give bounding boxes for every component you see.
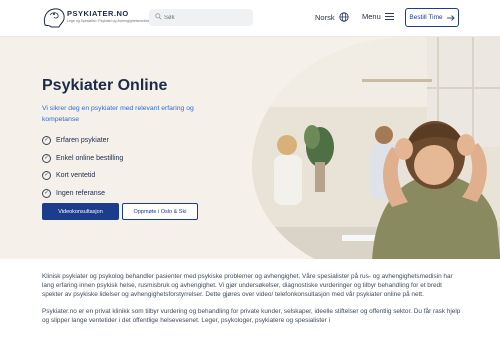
- hero-section: Psykiater Online Vi sikrer deg en psykia…: [0, 37, 500, 259]
- menu-label: Menu: [362, 12, 381, 21]
- book-appointment-label: Bestill Time: [409, 14, 443, 21]
- brand[interactable]: PSYKIATER.NO Lege og Spesialist i Psykia…: [67, 9, 150, 23]
- brand-name: PSYKIATER.NO: [67, 9, 129, 18]
- search-box[interactable]: [149, 9, 253, 26]
- logo-head-icon[interactable]: [41, 6, 67, 30]
- video-consultation-button[interactable]: Videokonsultasjon: [42, 203, 119, 220]
- feature-item: ✓ Erfaren psykiater: [42, 132, 123, 150]
- check-circle-icon: ✓: [42, 171, 51, 181]
- hero-subtitle: Vi sikrer deg en psykiater med relevant …: [42, 105, 194, 123]
- feature-label: Enkel online bestilling: [56, 154, 124, 162]
- hero-photo-stressed-woman: [252, 37, 500, 259]
- feature-list: ✓ Erfaren psykiater ✓ Enkel online besti…: [42, 132, 123, 202]
- arrow-right-icon: [446, 14, 455, 21]
- feature-label: Erfaren psykiater: [56, 137, 109, 145]
- hamburger-icon: [384, 13, 394, 20]
- check-circle-icon: ✓: [42, 153, 51, 163]
- language-label: Norsk: [315, 12, 335, 22]
- globe-icon: [338, 12, 349, 22]
- check-circle-icon: ✓: [42, 136, 51, 146]
- feature-label: Kort ventetid: [56, 172, 96, 180]
- feature-item: ✓ Kort ventetid: [42, 167, 123, 185]
- feature-item: ✓ Enkel online bestilling: [42, 150, 123, 168]
- feature-label: Ingen referanse: [56, 189, 106, 197]
- book-appointment-button[interactable]: Bestill Time: [405, 8, 459, 27]
- search-input[interactable]: [164, 11, 248, 24]
- in-person-button[interactable]: Oppmøte i Oslo & Ski: [122, 203, 198, 220]
- menu-button[interactable]: Menu: [362, 12, 394, 21]
- search-icon: [155, 13, 162, 20]
- feature-item: ✓ Ingen referanse: [42, 185, 123, 203]
- intro-content: Klinisk psykiater og psykolog behandler …: [42, 272, 462, 332]
- intro-paragraph: Klinisk psykiater og psykolog behandler …: [42, 273, 453, 299]
- brand-tagline: Lege og Spesialist i Psykiatri og Avheng…: [67, 19, 151, 23]
- intro-paragraph: Psykiater.no er en privat klinikk som ti…: [42, 307, 461, 324]
- hero-title: Psykiater Online: [42, 77, 168, 94]
- site-header: PSYKIATER.NO Lege og Spesialist i Psykia…: [0, 0, 500, 37]
- language-selector[interactable]: Norsk: [315, 12, 349, 22]
- check-circle-icon: ✓: [42, 188, 51, 198]
